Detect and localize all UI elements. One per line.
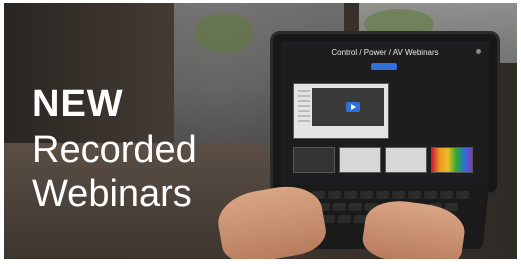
keyboard-key: [391, 191, 406, 199]
screen-button: [371, 63, 397, 70]
video-frame: [312, 88, 384, 126]
screen-title: Control / Power / AV Webinars: [331, 48, 439, 57]
player-side-list: [298, 90, 310, 124]
keyboard-key: [359, 191, 374, 199]
tablet: Control / Power / AV Webinars: [270, 31, 500, 195]
video-player: [293, 83, 389, 139]
background-plant: [194, 13, 254, 53]
keyboard-key: [332, 203, 347, 211]
keyboard-key: [375, 191, 390, 199]
promo-banner: NEW Recorded Webinars Control / Power / …: [4, 3, 517, 259]
headline-recorded: Recorded: [32, 129, 197, 171]
tablet-screen: Control / Power / AV Webinars: [281, 41, 489, 185]
keyboard-key: [343, 191, 358, 199]
webinar-thumbnail: [293, 147, 335, 173]
keyboard-key: [327, 191, 342, 199]
headline-webinars: Webinars: [32, 173, 192, 215]
keyboard-key: [455, 191, 470, 199]
webinar-thumbnails: [293, 147, 483, 175]
headline-new: NEW: [32, 83, 124, 125]
keyboard-key: [348, 203, 363, 211]
keyboard-key: [423, 191, 438, 199]
webinar-thumbnail: [339, 147, 381, 173]
keyboard-key: [407, 191, 422, 199]
play-icon: [346, 102, 360, 112]
keyboard-key: [439, 191, 454, 199]
screen-menu-icon: [476, 49, 481, 54]
webinar-thumbnail: [431, 147, 473, 173]
keyboard-key: [337, 215, 352, 223]
webinar-thumbnail: [385, 147, 427, 173]
